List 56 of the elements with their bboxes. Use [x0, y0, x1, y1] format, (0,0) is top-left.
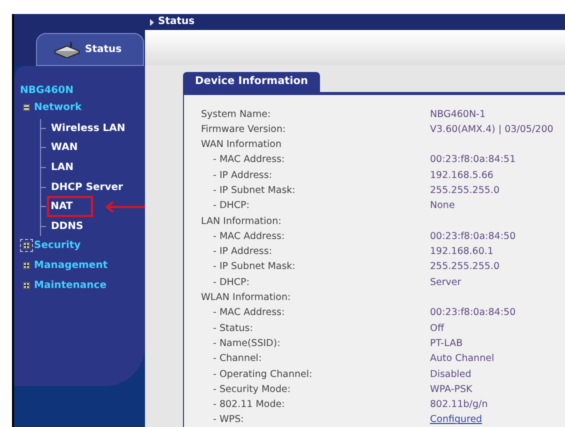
submenu-item[interactable]: DHCP Server	[47, 176, 127, 198]
field-value: Off	[430, 322, 444, 336]
field-label: - Security Mode:	[212, 382, 292, 397]
section-heading: LAN Information:	[201, 214, 282, 229]
menu-item[interactable]: Management	[34, 258, 108, 274]
router-icon	[53, 42, 81, 58]
expand-icon[interactable]	[20, 239, 33, 252]
chevron-icon	[150, 18, 154, 26]
field-label: - Channel:	[212, 352, 263, 366]
status-tab[interactable]: Status	[36, 33, 144, 66]
field-label: - IP Address:	[212, 168, 274, 183]
field-label: - MAC Address:	[212, 153, 286, 168]
submenu-item[interactable]: DDNS	[47, 216, 88, 237]
field-value: 00:23:f8:0a:84:50	[430, 230, 516, 244]
field-value: 255.255.255.0	[430, 260, 500, 274]
menu-item[interactable]: Network	[34, 100, 82, 116]
device-name: NBG460N	[20, 84, 74, 98]
value-link[interactable]: Configured	[430, 413, 482, 427]
field-label: - Status:	[212, 322, 254, 336]
menu-item[interactable]: Maintenance	[34, 278, 107, 293]
field-value: 192.168.60.1	[430, 245, 494, 260]
field-label: - DHCP:	[212, 199, 250, 214]
field-value: 00:23:f8:0a:84:51	[430, 153, 516, 168]
field-value: Auto Channel	[430, 352, 494, 366]
field-label: - MAC Address:	[212, 230, 286, 244]
menu-item[interactable]: Security	[34, 238, 81, 254]
field-value: None	[430, 199, 455, 214]
field-value: 192.168.5.66	[430, 168, 494, 183]
field-label: - Operating Channel:	[212, 368, 314, 382]
submenu-item[interactable]: Wireless LAN	[47, 118, 130, 139]
field-value: 00:23:f8:0a:84:50	[430, 306, 516, 320]
field-label: - MAC Address:	[212, 306, 286, 320]
field-value: Server	[430, 276, 462, 290]
field-value: PT-LAB	[430, 336, 463, 351]
field-value: 802.11b/g/n	[430, 398, 488, 412]
field-label: - IP Address:	[212, 245, 274, 260]
field-value: NBG460N-1	[430, 108, 486, 122]
field-label: - WPS:	[212, 413, 245, 427]
field-value: WPA-PSK	[430, 382, 472, 397]
submenu-item[interactable]: WAN	[47, 137, 82, 158]
field-value: V3.60(AMX.4) | 03/05/200	[430, 122, 554, 137]
field-label: - IP Subnet Mask:	[212, 184, 296, 198]
field-label: - IP Subnet Mask:	[212, 260, 296, 274]
submenu-item[interactable]: LAN	[47, 157, 78, 178]
field-label: - 802.11 Mode:	[212, 398, 286, 412]
field-value: Disabled	[430, 368, 472, 382]
field-label: - DHCP:	[212, 276, 250, 290]
field-label: Firmware Version:	[201, 122, 287, 137]
field-label: - Name(SSID):	[212, 336, 282, 351]
section-heading: WLAN Information:	[201, 291, 292, 306]
section-heading: WAN Information	[201, 138, 282, 152]
field-label: System Name:	[201, 108, 272, 122]
field-value: 255.255.255.0	[430, 184, 500, 198]
arrow-icon	[104, 200, 145, 213]
submenu-item[interactable]: NAT	[46, 196, 93, 218]
top-bar-title: Status	[158, 17, 195, 27]
